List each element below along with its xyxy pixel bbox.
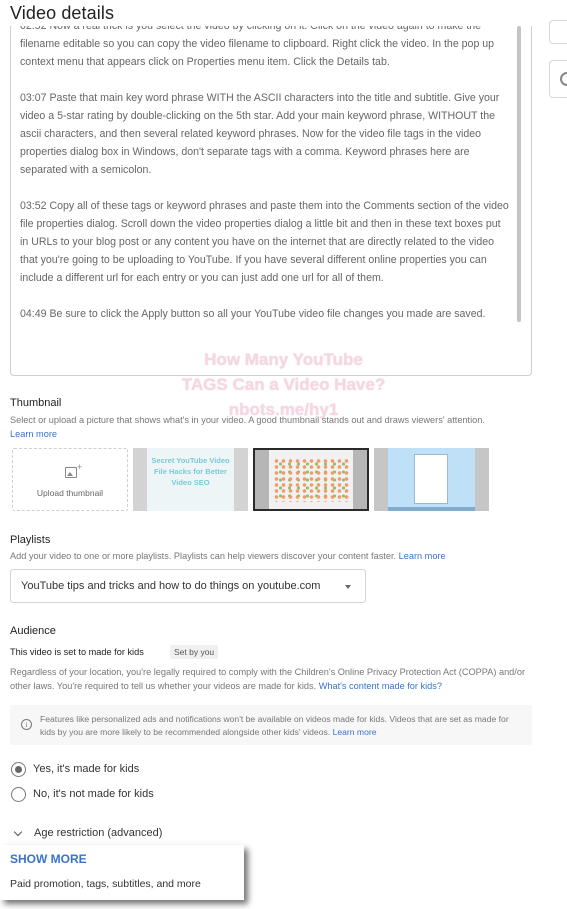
watermark-line-2: TAGS Can a Video Have? bbox=[181, 375, 386, 394]
thumbnail-option-1-text: Secret YouTube Video File Hacks for Bett… bbox=[151, 456, 230, 487]
description-scrollbar[interactable] bbox=[517, 26, 521, 322]
side-panel-button[interactable] bbox=[549, 60, 567, 98]
playlist-selected-value: YouTube tips and tricks and how to do th… bbox=[21, 580, 321, 592]
page-title: Video details bbox=[10, 3, 115, 23]
radio-unchecked-icon[interactable] bbox=[11, 787, 26, 802]
audience-heading: Audience bbox=[10, 625, 56, 637]
description-paragraph: 03:07 Paste that main key word phrase WI… bbox=[20, 92, 500, 176]
info-icon: i bbox=[21, 719, 32, 730]
radio-checked-icon[interactable] bbox=[11, 762, 26, 777]
description-paragraph: 03:52 Copy all of these tags or keyword … bbox=[20, 200, 509, 284]
made-for-kids-info-link[interactable]: What's content made for kids? bbox=[319, 681, 442, 691]
radio-yes-label: Yes, it's made for kids bbox=[33, 763, 140, 775]
playlists-learn-more-link[interactable]: Learn more bbox=[399, 551, 446, 561]
thumbnail-heading: Thumbnail bbox=[10, 397, 62, 409]
show-more-button[interactable]: SHOW MORE bbox=[10, 852, 87, 866]
dropdown-arrow-icon bbox=[345, 585, 351, 589]
upload-thumbnail-button[interactable]: + Upload thumbnail bbox=[12, 448, 128, 511]
thumbnail-option-2-selected[interactable] bbox=[253, 448, 369, 511]
circle-icon bbox=[560, 72, 567, 86]
set-by-you-badge: Set by you bbox=[170, 645, 219, 659]
thumbnail-option-1[interactable]: Secret YouTube Video File Hacks for Bett… bbox=[133, 448, 248, 511]
radio-no-label: No, it's not made for kids bbox=[33, 788, 154, 800]
made-for-kids-info-box: i Features like personalized ads and not… bbox=[10, 705, 532, 745]
description-textarea[interactable]: 02:52 Now a real trick is you select the… bbox=[10, 26, 532, 376]
playlists-description: Add your video to one or more playlists.… bbox=[10, 551, 446, 561]
thumbnail-description: Select or upload a picture that shows wh… bbox=[10, 415, 485, 439]
description-paragraph: 02:52 Now a real trick is you select the… bbox=[20, 26, 495, 68]
upload-thumbnail-label: Upload thumbnail bbox=[36, 488, 104, 498]
playlists-heading: Playlists bbox=[10, 534, 51, 546]
description-paragraph: 04:49 Be sure to click the Apply button … bbox=[20, 308, 486, 320]
thumbnail-option-3[interactable] bbox=[374, 448, 489, 511]
made-for-kids-status: This video is set to made for kids bbox=[10, 647, 144, 657]
side-panel-field[interactable] bbox=[549, 20, 567, 44]
window-screenshot-image bbox=[414, 454, 448, 504]
playlist-dropdown[interactable]: YouTube tips and tricks and how to do th… bbox=[10, 569, 366, 603]
info-learn-more-link[interactable]: Learn more bbox=[333, 727, 377, 737]
coppa-text: Regardless of your location, you're lega… bbox=[10, 667, 526, 691]
show-more-description: Paid promotion, tags, subtitles, and mor… bbox=[10, 878, 201, 890]
image-add-icon bbox=[65, 467, 77, 478]
emoji-grid-image bbox=[273, 458, 349, 502]
chevron-down-icon bbox=[13, 827, 23, 837]
thumbnail-learn-more-link[interactable]: Learn more bbox=[10, 429, 57, 439]
show-more-panel: SHOW MORE Paid promotion, tags, subtitle… bbox=[0, 845, 244, 900]
plus-icon: + bbox=[77, 462, 83, 472]
age-restriction-label: Age restriction (advanced) bbox=[34, 827, 163, 839]
